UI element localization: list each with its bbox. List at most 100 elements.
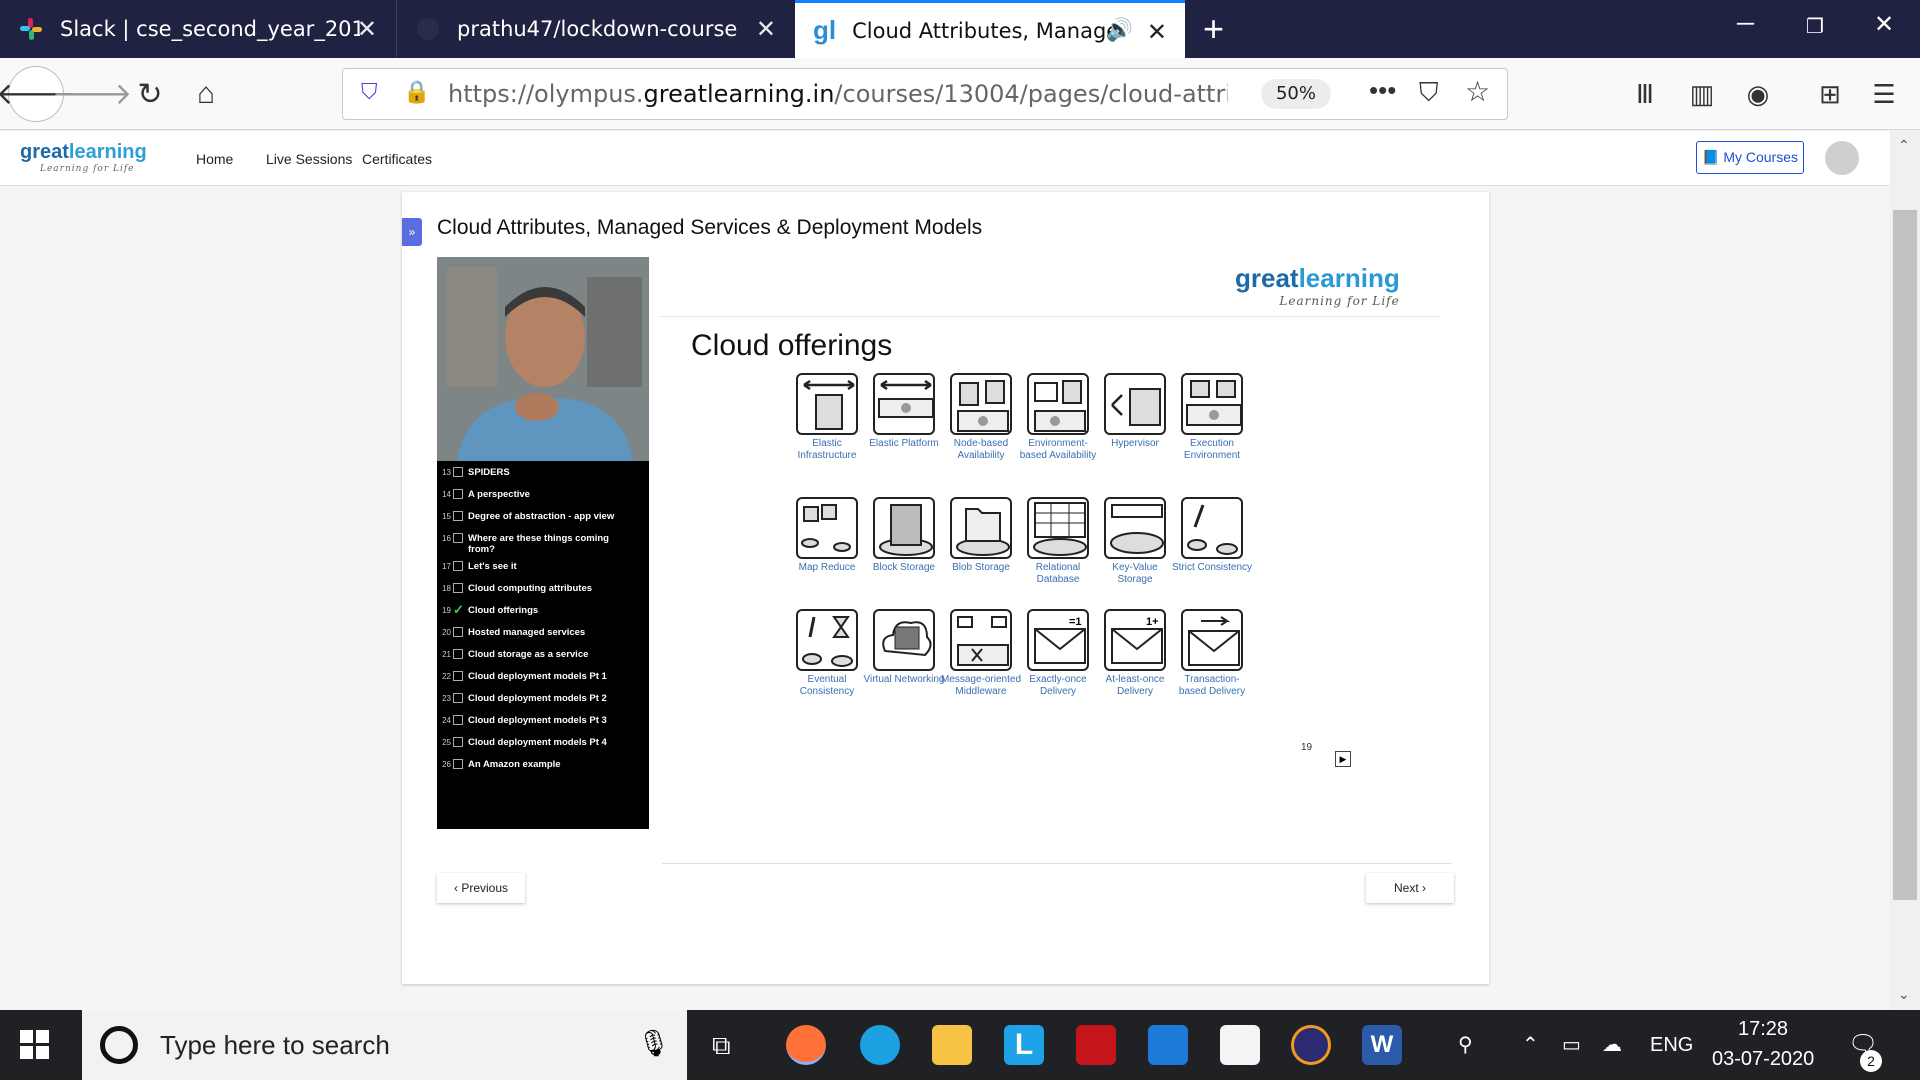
- next-button[interactable]: Next ›: [1366, 873, 1454, 903]
- outline-item-number: 19: [442, 606, 451, 615]
- outline-item[interactable]: 23 Cloud deployment models Pt 2: [437, 693, 649, 715]
- microphone-icon[interactable]: 🎙: [637, 1028, 670, 1059]
- checkbox-icon: [453, 561, 463, 571]
- nav-live-sessions[interactable]: Live Sessions: [266, 151, 352, 167]
- outline-item-number: 22: [442, 672, 451, 681]
- video-player[interactable]: 13 SPIDERS 14 A perspective 15 Degree of abst…: [437, 257, 1453, 829]
- zoom-level-badge[interactable]: 50%: [1261, 79, 1331, 109]
- shield-icon[interactable]: ⛉: [361, 79, 378, 105]
- page-actions-icon[interactable]: •••: [1369, 75, 1396, 106]
- outline-item[interactable]: 15 Degree of abstraction - app view: [437, 511, 649, 533]
- people-icon[interactable]: ⚲: [1458, 1032, 1473, 1057]
- menu-hamburger-icon[interactable]: ☰: [1862, 72, 1906, 116]
- book-icon: 📘: [1701, 149, 1720, 165]
- extensions-gift-icon[interactable]: ⊞: [1808, 72, 1852, 116]
- close-tab-icon[interactable]: ✕: [1147, 18, 1167, 47]
- store-taskbar-icon[interactable]: [1220, 1025, 1260, 1065]
- cloud-offering-item: 1+ At-least-once Delivery: [1094, 609, 1176, 698]
- eclipse-taskbar-icon[interactable]: [1291, 1025, 1331, 1065]
- scrollbar-thumb[interactable]: [1893, 210, 1917, 900]
- new-tab-icon[interactable]: +: [1203, 8, 1224, 50]
- tray-chevron-icon[interactable]: ⌃: [1522, 1032, 1539, 1057]
- mail-taskbar-icon[interactable]: [1148, 1025, 1188, 1065]
- window-close-icon[interactable]: ✕: [1874, 10, 1894, 39]
- browser-tab-strip: Slack | cse_second_year_2019_2 ✕ prathu4…: [0, 0, 1920, 58]
- lecture-outline: 13 SPIDERS 14 A perspective 15 Degree of abst…: [437, 461, 649, 829]
- learning-app-taskbar-icon[interactable]: L: [1004, 1025, 1044, 1065]
- lock-icon[interactable]: 🔒: [403, 79, 430, 105]
- outline-item[interactable]: 13 SPIDERS: [437, 467, 649, 489]
- nav-certificates[interactable]: Certificates: [362, 151, 432, 167]
- word-taskbar-icon[interactable]: W: [1362, 1025, 1402, 1065]
- task-view-icon[interactable]: ⧉: [712, 1030, 731, 1062]
- outline-item[interactable]: 22 Cloud deployment models Pt 1: [437, 671, 649, 693]
- cloud-offering-label: Execution Environment: [1183, 438, 1241, 461]
- outline-item[interactable]: 16 Where are these things coming from?: [437, 533, 649, 561]
- outline-item[interactable]: 20 Hosted managed services: [437, 627, 649, 649]
- outline-item-label: SPIDERS: [468, 467, 510, 478]
- close-tab-icon[interactable]: ✕: [357, 15, 377, 44]
- outline-item-label: Cloud offerings: [468, 605, 539, 616]
- previous-button[interactable]: ‹ Previous: [437, 873, 525, 903]
- pocket-icon[interactable]: ⛉: [1419, 77, 1439, 109]
- presenter-video: [437, 257, 649, 461]
- account-icon[interactable]: ◉: [1736, 72, 1780, 116]
- outline-item[interactable]: 19 ✓ Cloud offerings: [437, 602, 649, 627]
- outline-item[interactable]: 24 Cloud deployment models Pt 3: [437, 715, 649, 737]
- cloud-offering-item: Node-based Availability: [940, 373, 1022, 462]
- slide-logo: greatlearning Learning for Life: [1235, 263, 1400, 308]
- bookmark-star-icon[interactable]: ☆: [1465, 75, 1490, 108]
- outline-item[interactable]: 21 Cloud storage as a service: [437, 649, 649, 671]
- expand-sidebar-button[interactable]: »: [402, 218, 422, 246]
- reload-icon[interactable]: ↻: [128, 72, 172, 116]
- outline-item[interactable]: 25 Cloud deployment models Pt 4: [437, 737, 649, 759]
- strict-consistency-icon: [1181, 497, 1243, 559]
- forward-icon[interactable]: 🡒: [52, 72, 132, 116]
- close-tab-icon[interactable]: ✕: [756, 15, 776, 44]
- presenter-silhouette: [437, 257, 649, 461]
- cloud-offering-item: =1 Exactly-once Delivery: [1017, 609, 1099, 698]
- sidebar-icon[interactable]: ▥: [1680, 72, 1724, 116]
- outline-item-label: Let's see it: [468, 561, 517, 572]
- divider: [662, 863, 1452, 864]
- elastic-infrastructure-icon: [796, 373, 858, 435]
- tab-github[interactable]: prathu47/lockdown-course ✕: [397, 0, 794, 58]
- file-explorer-taskbar-icon[interactable]: [932, 1025, 972, 1065]
- web-page: greatlearning Learning for Life Home Live…: [0, 131, 1890, 1010]
- checkbox-icon: [453, 737, 463, 747]
- clock-date[interactable]: 03-07-2020: [1712, 1048, 1814, 1071]
- nav-home[interactable]: Home: [196, 151, 233, 167]
- checkbox-icon: [453, 693, 463, 703]
- windows-start-icon[interactable]: [20, 1030, 50, 1065]
- edge-taskbar-icon[interactable]: [860, 1025, 900, 1065]
- library-icon[interactable]: Ⅲ: [1623, 72, 1667, 116]
- address-bar[interactable]: ⛉ 🔒 https://olympus.greatlearning.in/cou…: [342, 68, 1508, 120]
- firefox-taskbar-icon[interactable]: [786, 1025, 826, 1065]
- tab-title: Slack | cse_second_year_2019_2: [60, 17, 360, 41]
- restore-icon[interactable]: ❐: [1806, 14, 1824, 39]
- url-text[interactable]: https://olympus.greatlearning.in/courses…: [448, 80, 1228, 108]
- greatlearning-logo[interactable]: greatlearning Learning for Life: [20, 141, 147, 174]
- onedrive-icon[interactable]: ☁: [1602, 1032, 1622, 1057]
- outline-item[interactable]: 18 Cloud computing attributes: [437, 583, 649, 605]
- taskbar-search-box[interactable]: Type here to search 🎙: [82, 1010, 687, 1080]
- minimize-icon[interactable]: ─: [1737, 10, 1754, 38]
- home-icon[interactable]: ⌂: [184, 72, 228, 116]
- tab-slack[interactable]: Slack | cse_second_year_2019_2 ✕: [0, 0, 395, 58]
- execution-environment-icon: [1181, 373, 1243, 435]
- speaker-icon[interactable]: 🔊: [1106, 17, 1133, 43]
- clock-time[interactable]: 17:28: [1738, 1018, 1788, 1041]
- tab-cloud-attributes[interactable]: gl Cloud Attributes, Managed S 🔊 ✕: [795, 0, 1185, 58]
- user-avatar[interactable]: [1825, 141, 1859, 175]
- outline-item[interactable]: 26 An Amazon example: [437, 759, 649, 781]
- battery-icon[interactable]: ▭: [1562, 1032, 1581, 1057]
- mcafee-taskbar-icon[interactable]: [1076, 1025, 1116, 1065]
- language-indicator[interactable]: ENG: [1650, 1034, 1693, 1057]
- outline-item[interactable]: 17 Let's see it: [437, 561, 649, 583]
- outline-item-label: Where are these things coming from?: [468, 533, 609, 555]
- my-courses-button[interactable]: 📘 My Courses: [1696, 141, 1804, 174]
- scroll-up-icon[interactable]: ⌃: [1898, 137, 1910, 154]
- play-icon[interactable]: ▶: [1335, 751, 1351, 767]
- outline-item[interactable]: 14 A perspective: [437, 489, 649, 511]
- scroll-down-icon[interactable]: ⌄: [1898, 986, 1910, 1003]
